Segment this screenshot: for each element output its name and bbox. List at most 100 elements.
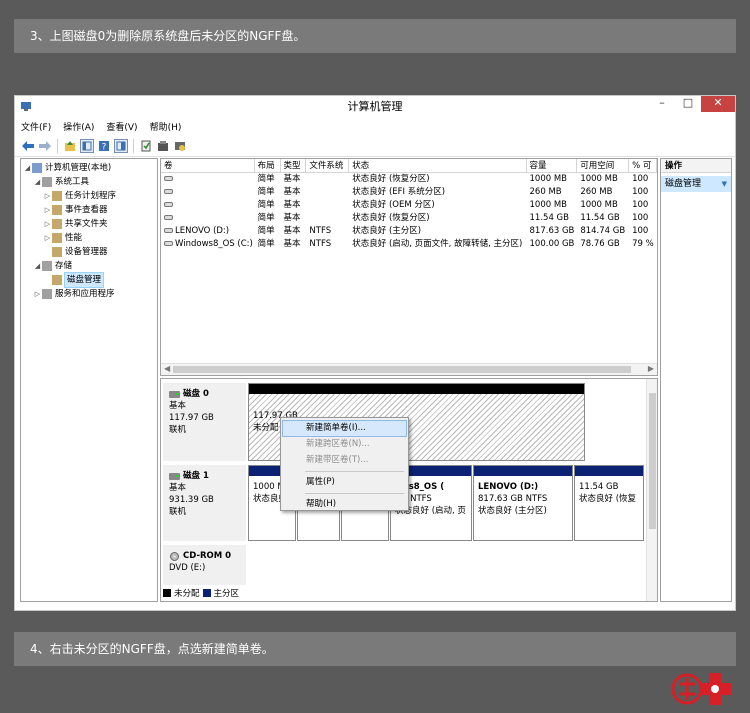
check-disk-icon[interactable]: [139, 139, 153, 153]
table-cell: 1000 MB: [529, 174, 568, 184]
expand-icon[interactable]: ▷: [43, 189, 52, 203]
table-cell: 基本: [283, 187, 301, 197]
menu-file[interactable]: 文件(F): [21, 120, 51, 133]
computer-management-window: 计算机管理 – □ ✕ 文件(F) 操作(A) 查看(V) 帮助(H) ? ◢ 计…: [14, 95, 736, 611]
cdrom-row[interactable]: CD-ROM 0 DVD (E:): [163, 545, 643, 585]
context-menu: 新建简单卷(I)... 新建跨区卷(N)... 新建带区卷(T)... 属性(P…: [280, 417, 409, 511]
help-icon[interactable]: ?: [97, 139, 111, 153]
forward-icon[interactable]: [38, 139, 52, 153]
disk-1-label[interactable]: 磁盘 1 基本 931.39 GB 联机: [163, 465, 246, 541]
brand-logo-icon: [671, 673, 731, 705]
expand-icon[interactable]: ◢: [33, 259, 42, 273]
cdrom-icon: [170, 551, 179, 561]
col-type[interactable]: 类型: [281, 159, 307, 172]
menu-help[interactable]: 帮助(H): [150, 120, 182, 133]
back-icon[interactable]: [21, 139, 35, 153]
tree-item[interactable]: ◢ 存储: [21, 259, 157, 273]
expand-icon[interactable]: ▷: [43, 217, 52, 231]
tree-item[interactable]: ▷ 性能: [21, 231, 157, 245]
menu-view[interactable]: 查看(V): [106, 120, 137, 133]
menu-new-striped-volume[interactable]: 新建带区卷(T)...: [283, 453, 406, 468]
table-row[interactable]: 简单 基本 状态良好 (恢复分区) 11.54 GB 11.54 GB 100: [161, 212, 657, 225]
expand-icon[interactable]: ◢: [23, 161, 32, 175]
tree-item[interactable]: ▷ 服务和应用程序: [21, 287, 157, 301]
cdrom-label[interactable]: CD-ROM 0 DVD (E:): [163, 545, 246, 585]
actions-disk-management[interactable]: 磁盘管理 ▼: [661, 176, 731, 192]
disk-1-partition[interactable]: LENOVO (D:) 817.63 GB NTFS 状态良好 (主分区): [473, 465, 573, 541]
tree-node-icon: [42, 289, 52, 299]
col-free-space[interactable]: 可用空间: [577, 159, 630, 172]
table-cell: [306, 186, 349, 199]
table-cell: 简单: [257, 213, 275, 223]
menu-new-spanned-volume[interactable]: 新建跨区卷(N)...: [283, 437, 406, 452]
table-cell: 1000 MB: [580, 200, 618, 210]
table-cell: 260 MB: [580, 187, 613, 197]
col-status[interactable]: 状态: [349, 159, 527, 172]
expand-icon[interactable]: ▷: [43, 231, 52, 245]
tree-node-icon: [52, 275, 62, 285]
tree-item[interactable]: ◢ 系统工具: [21, 175, 157, 189]
minimize-button[interactable]: –: [649, 96, 675, 112]
col-percent-free[interactable]: % 可: [629, 159, 657, 172]
tree-item[interactable]: 设备管理器: [21, 245, 157, 259]
menu-help-item[interactable]: 帮助(H): [283, 497, 406, 512]
tree-node-icon: [42, 261, 52, 271]
col-filesystem[interactable]: 文件系统: [306, 159, 350, 172]
tree-item[interactable]: ▷ 事件查看器: [21, 203, 157, 217]
table-cell: 基本: [283, 213, 301, 223]
properties-icon[interactable]: [156, 139, 170, 153]
table-cell: [306, 173, 349, 186]
tree-item[interactable]: ▷ 任务计划程序: [21, 189, 157, 203]
disk-settings-icon[interactable]: [173, 139, 187, 153]
table-cell: 简单: [257, 200, 275, 210]
table-cell: 状态良好 (恢复分区): [352, 213, 430, 223]
app-icon: [21, 102, 31, 111]
table-row[interactable]: 简单 基本 状态良好 (EFI 系统分区) 260 MB 260 MB 100: [161, 186, 657, 199]
table-cell: LENOVO (D:): [161, 225, 255, 238]
table-cell: 基本: [283, 200, 301, 210]
expand-icon[interactable]: ▷: [43, 203, 52, 217]
console-icon[interactable]: [114, 138, 128, 153]
maximize-button[interactable]: □: [675, 96, 701, 112]
scroll-thumb[interactable]: [649, 393, 656, 529]
menu-separator: [305, 493, 404, 494]
tree-item[interactable]: ▷ 共享文件夹: [21, 217, 157, 231]
tree-item[interactable]: ◢ 计算机管理(本地): [21, 161, 157, 175]
col-volume[interactable]: 卷: [161, 159, 255, 172]
tree-item-label: 共享文件夹: [65, 219, 108, 229]
disk-0-label[interactable]: 磁盘 0 基本 117.97 GB 联机: [163, 383, 246, 461]
caption-step3: 3、上图磁盘0为删除原系统盘后未分区的NGFF盘。: [14, 19, 736, 53]
view-icon[interactable]: [80, 138, 94, 153]
expand-icon[interactable]: ◢: [33, 175, 42, 189]
tree-node-icon: [52, 247, 62, 257]
volume-name: LENOVO (D:): [175, 226, 230, 236]
table-cell: 简单: [257, 187, 275, 197]
table-cell: 814.74 GB: [580, 226, 626, 236]
vertical-scrollbar[interactable]: [646, 379, 657, 601]
col-layout[interactable]: 布局: [255, 159, 281, 172]
menu-action[interactable]: 操作(A): [63, 120, 94, 133]
menu-new-simple-volume[interactable]: 新建简单卷(I)...: [282, 420, 407, 437]
table-cell: 817.63 GB: [529, 226, 575, 236]
menu-properties[interactable]: 属性(P): [283, 475, 406, 490]
disk-1-partition[interactable]: 11.54 GB 状态良好 (恢复: [574, 465, 644, 541]
tree-node-icon: [42, 177, 52, 187]
horizontal-scrollbar[interactable]: ◀ ▶: [161, 363, 657, 375]
scroll-thumb[interactable]: [173, 366, 631, 373]
table-cell: 78.76 GB: [580, 239, 620, 249]
col-capacity[interactable]: 容量: [527, 159, 578, 172]
table-row[interactable]: LENOVO (D:) 简单 基本 NTFS 状态良好 (主分区) 817.63 GB 81…: [161, 225, 657, 238]
tree-node-icon: [32, 163, 42, 173]
tree-item[interactable]: 磁盘管理: [21, 272, 157, 288]
up-icon[interactable]: [63, 139, 77, 153]
table-row[interactable]: Windows8_OS (C:) 简单 基本 NTFS 状态良好 (启动, 页面文件, …: [161, 238, 657, 251]
close-button[interactable]: ✕: [701, 96, 735, 112]
partition-title: LENOVO (D:): [478, 482, 539, 492]
toolbar-separator: [57, 138, 58, 153]
expand-icon[interactable]: ▷: [33, 287, 42, 301]
table-row[interactable]: 简单 基本 状态良好 (恢复分区) 1000 MB 1000 MB 100: [161, 173, 657, 186]
disk-graphical-view: 磁盘 0 基本 117.97 GB 联机 117.97 GB 未分配 磁盘 1 …: [160, 378, 658, 602]
tree-item-label: 服务和应用程序: [55, 289, 115, 299]
partition-state: 状态良好 (恢复: [579, 494, 637, 504]
table-row[interactable]: 简单 基本 状态良好 (OEM 分区) 1000 MB 1000 MB 100: [161, 199, 657, 212]
